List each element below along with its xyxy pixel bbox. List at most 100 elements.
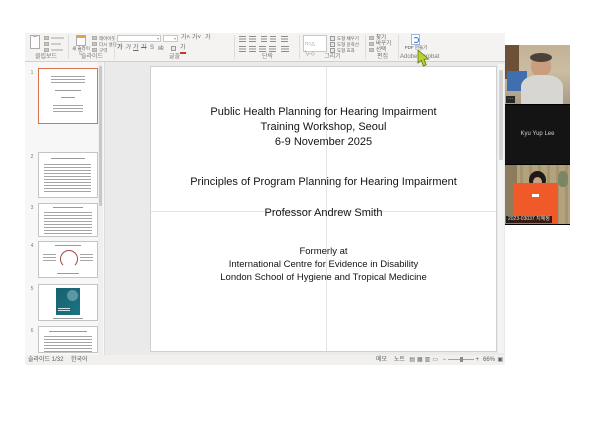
zoom-in-button[interactable]: + <box>475 357 479 363</box>
shrink-font-button[interactable]: 가˅ <box>192 35 201 42</box>
thumbnail-scrollbar-thumb[interactable] <box>99 66 102 206</box>
ribbon: 클립보드 새 슬라이드 레이아웃 다시 설정 구역 슬라이 <box>25 33 505 62</box>
ribbon-group-paragraph: 단락 <box>236 33 299 61</box>
bold-button[interactable]: 가 <box>117 45 123 52</box>
slide-thumbnail-panel: 1 2 3 4 5 <box>25 62 105 355</box>
status-bar: 슬라이드 1/32 한국어 메모 노트 ▤▦▥▭ − + 66% ▣ <box>25 355 505 365</box>
fit-to-window-button[interactable]: ▣ <box>497 355 503 365</box>
find-icon <box>369 36 374 40</box>
ribbon-separator <box>365 35 366 59</box>
zoom-out-button[interactable]: − <box>443 357 447 363</box>
zoom-slider-knob[interactable] <box>460 357 463 362</box>
layout-icon <box>92 36 97 40</box>
participant-video-3[interactable]: 2023-03037 지혜정 <box>505 165 570 224</box>
thumb-number-4: 4 <box>28 243 36 249</box>
thumb-number-2: 2 <box>28 154 36 160</box>
slides-group-label: 슬라이드 <box>70 54 114 61</box>
ribbon-group-clipboard: 클립보드 <box>25 33 67 61</box>
thumbnail-scrollbar[interactable] <box>98 62 103 355</box>
clear-formatting-button[interactable]: 가 <box>205 35 211 42</box>
align-right-button[interactable] <box>259 46 266 52</box>
format-painter-button[interactable] <box>44 48 63 52</box>
font-size-combo[interactable] <box>163 35 178 42</box>
numbering-button[interactable] <box>249 36 256 42</box>
slide-affiliation-line-2: International Centre for Evidence in Dis… <box>151 258 496 271</box>
slide-title-line-1: Public Health Planning for Hearing Impai… <box>151 105 496 120</box>
screenshot-stage: 클립보드 새 슬라이드 레이아웃 다시 설정 구역 슬라이 <box>0 0 600 424</box>
view-buttons: ▤▦▥▭ <box>408 355 439 365</box>
select-button[interactable]: 선택 <box>369 48 386 52</box>
thumbnail-slide-1[interactable] <box>38 68 98 124</box>
cut-icon <box>44 36 49 40</box>
drawing-group-label: 그리기 <box>301 54 364 61</box>
new-slide-button[interactable]: 새 슬라이드 <box>71 34 91 55</box>
strikethrough-button[interactable]: 가 <box>141 45 147 52</box>
italic-button[interactable]: 가 <box>125 45 131 52</box>
align-left-button[interactable] <box>239 46 246 52</box>
decrease-indent-button[interactable] <box>261 36 267 42</box>
clipboard-group-label: 클립보드 <box>25 54 67 61</box>
increase-indent-button[interactable] <box>270 36 276 42</box>
thumbnail-slide-6[interactable] <box>38 326 98 353</box>
paste-clip-icon <box>33 35 37 37</box>
paste-button[interactable] <box>30 35 40 49</box>
create-pdf-icon <box>411 34 420 45</box>
select-icon <box>369 48 374 52</box>
main-scrollbar-thumb[interactable] <box>499 70 503 160</box>
copy-button[interactable] <box>44 42 61 46</box>
thumbnail-slide-2[interactable] <box>38 152 98 198</box>
font-color-button[interactable]: 가 <box>180 45 186 54</box>
align-center-button[interactable] <box>249 46 256 52</box>
language-indicator[interactable]: 한국어 <box>71 355 88 365</box>
participant-video-1[interactable]: ··· <box>505 45 570 104</box>
main-scrollbar[interactable] <box>498 64 504 353</box>
shape-outline-icon <box>330 42 335 47</box>
ribbon-group-font: 가˄ 가˅ 가 가 가 가 가 S a̲b̲ 가 글꼴 <box>115 33 234 61</box>
slide-affiliation-line-3: London School of Hygiene and Tropical Me… <box>151 271 496 284</box>
thumb-number-1: 1 <box>28 70 36 76</box>
bullets-button[interactable] <box>239 36 246 42</box>
grow-font-button[interactable]: 가˄ <box>181 35 190 42</box>
section-button[interactable]: 구역 <box>92 48 107 52</box>
layout-button[interactable]: 레이아웃 <box>92 36 116 40</box>
line-spacing-button[interactable] <box>281 36 288 42</box>
character-spacing-button[interactable]: a̲b̲ <box>158 45 164 52</box>
shape-outline-button[interactable]: 도형 윤곽선 <box>330 42 359 46</box>
justify-button[interactable] <box>269 46 276 52</box>
participant-1-name-label: ··· <box>506 96 515 103</box>
participant-video-2[interactable]: Kyu Yup Lee <box>505 105 570 164</box>
plant-background <box>558 171 568 187</box>
zoom-level[interactable]: 66% <box>483 355 495 365</box>
find-button[interactable]: 찾기 <box>369 36 386 40</box>
notes-button[interactable]: 메모 <box>376 355 387 365</box>
thumbnail-slide-5[interactable] <box>38 284 98 321</box>
zoom-slider[interactable] <box>448 359 474 360</box>
normal-view-icon[interactable]: ▤ <box>409 355 415 365</box>
thumb-number-5: 5 <box>28 286 36 292</box>
slide-affiliation-line-1: Formerly at <box>151 245 496 258</box>
thumb-number-3: 3 <box>28 205 36 211</box>
shape-effects-button[interactable]: 도형 효과 <box>330 48 355 52</box>
ribbon-group-drawing: □○△ ╲⌐◇ 도형 채우기 도형 윤곽선 도형 효과 그리기 <box>301 33 364 61</box>
text-shadow-button[interactable]: S <box>150 45 154 52</box>
thumbnail-slide-3[interactable] <box>38 203 98 237</box>
slide-sorter-view-icon[interactable]: ▦ <box>417 355 423 365</box>
overlay-mark <box>532 194 539 197</box>
editing-group-label: 편집 <box>367 54 398 61</box>
columns-button[interactable] <box>281 46 289 52</box>
shape-fill-button[interactable]: 도형 채우기 <box>330 36 359 40</box>
underline-button[interactable]: 가 <box>133 45 139 52</box>
thumbnail-slide-4[interactable] <box>38 241 98 278</box>
shapes-gallery[interactable]: □○△ ╲⌐◇ <box>303 35 327 52</box>
replace-button[interactable]: 바꾸기 <box>369 42 391 46</box>
triangle-shape-icon: △ <box>311 41 315 47</box>
cut-button[interactable] <box>44 36 64 40</box>
comments-button[interactable]: 노트 <box>394 355 405 365</box>
reading-view-icon[interactable]: ▥ <box>425 355 431 365</box>
slide-canvas[interactable]: Public Health Planning for Hearing Impai… <box>150 66 497 352</box>
text-highlight-button[interactable] <box>171 46 176 51</box>
slideshow-view-icon[interactable]: ▭ <box>432 355 438 365</box>
font-name-combo[interactable] <box>117 35 161 42</box>
ribbon-separator <box>299 35 300 59</box>
mouse-cursor <box>417 50 430 67</box>
